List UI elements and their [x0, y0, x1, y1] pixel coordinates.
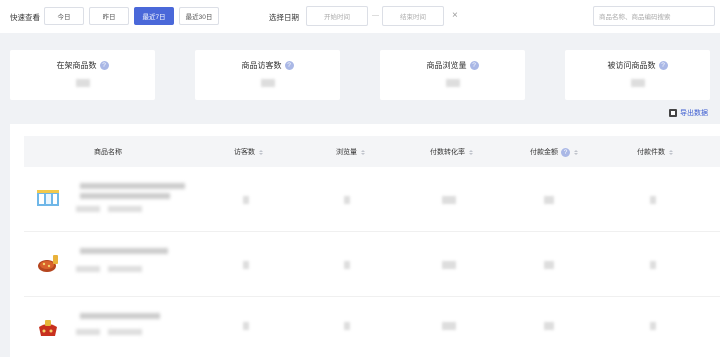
amount-value: [544, 322, 554, 330]
table-row[interactable]: [24, 232, 720, 297]
amount-value: [544, 261, 554, 269]
column-label: 付款金额: [530, 149, 558, 156]
question-icon[interactable]: ?: [658, 61, 668, 70]
product-code: [108, 329, 142, 335]
conversion-value: [442, 322, 456, 330]
sort-icon[interactable]: [259, 149, 263, 155]
product-thumbnail: [39, 320, 57, 336]
product-code: [76, 266, 100, 272]
stat-value: [630, 79, 645, 87]
filter-bar: 快速查看 今日 昨日 最近7日 最近30日 选择日期 开始时间 — 结束时间 ×…: [0, 0, 720, 33]
product-name: [80, 193, 170, 199]
visitors-value: [243, 261, 249, 269]
product-name: [80, 183, 185, 189]
table-row[interactable]: [24, 297, 720, 357]
visitors-value: [243, 196, 249, 204]
column-product-name: 商品名称: [94, 149, 122, 156]
last-7-days-button[interactable]: 最近7日: [134, 7, 174, 25]
conversion-value: [442, 196, 456, 204]
stat-value: [260, 79, 275, 87]
stat-title: 商品浏览量: [426, 61, 467, 70]
product-code: [108, 266, 142, 272]
column-payment-count[interactable]: 付款件数: [637, 147, 673, 157]
column-label: 付款件数: [637, 149, 665, 156]
product-table: 商品名称 访客数 浏览量 付数转化率 付款金额? 付款件数: [10, 124, 720, 357]
stat-card-visitors: 商品访客数?: [195, 50, 340, 100]
end-date-input[interactable]: 结束时间: [382, 6, 444, 26]
column-payment-amount[interactable]: 付款金额?: [530, 147, 578, 157]
visitors-value: [243, 322, 249, 330]
product-thumbnail: [37, 190, 59, 206]
count-value: [650, 261, 656, 269]
product-code: [76, 206, 100, 212]
table-header: 商品名称 访客数 浏览量 付数转化率 付款金额? 付款件数: [24, 136, 720, 167]
quick-view-label: 快速查看: [10, 13, 40, 22]
product-name: [80, 313, 160, 319]
conversion-value: [442, 261, 456, 269]
last-30-days-button[interactable]: 最近30日: [179, 7, 219, 25]
sort-icon[interactable]: [361, 149, 365, 155]
stat-value: [75, 79, 90, 87]
export-label: 导出数据: [680, 110, 708, 117]
column-label: 访客数: [234, 149, 255, 156]
pageviews-value: [344, 322, 350, 330]
product-name: [80, 248, 168, 254]
stat-card-pageviews: 商品浏览量?: [380, 50, 525, 100]
table-row[interactable]: [24, 167, 720, 232]
column-pageviews[interactable]: 浏览量: [336, 147, 365, 157]
start-date-input[interactable]: 开始时间: [306, 6, 368, 26]
count-value: [650, 196, 656, 204]
pageviews-value: [344, 196, 350, 204]
question-icon[interactable]: ?: [284, 61, 294, 70]
close-icon[interactable]: ×: [452, 10, 458, 21]
export-button[interactable]: 导出数据: [669, 108, 708, 118]
today-button[interactable]: 今日: [44, 7, 84, 25]
question-icon[interactable]: ?: [469, 61, 479, 70]
product-thumbnail: [38, 255, 58, 272]
date-separator: —: [372, 12, 379, 19]
search-input[interactable]: 商品名称、商品编码搜索: [593, 6, 715, 26]
column-visitors[interactable]: 访客数: [234, 147, 263, 157]
stat-title: 被访问商品数: [607, 61, 656, 70]
sort-icon[interactable]: [669, 149, 673, 155]
stat-title: 商品访客数: [241, 61, 282, 70]
stat-title: 在架商品数: [56, 61, 97, 70]
sort-icon[interactable]: [469, 149, 473, 155]
sort-icon[interactable]: [574, 149, 578, 155]
excel-icon: [669, 109, 677, 117]
pageviews-value: [344, 261, 350, 269]
column-label: 付数转化率: [430, 149, 465, 156]
product-code: [108, 206, 142, 212]
question-icon[interactable]: ?: [99, 61, 109, 70]
question-icon[interactable]: ?: [561, 147, 570, 157]
product-code: [76, 329, 100, 335]
column-label: 浏览量: [336, 149, 357, 156]
date-label: 选择日期: [269, 13, 299, 22]
amount-value: [544, 196, 554, 204]
stat-card-on-shelf: 在架商品数?: [10, 50, 155, 100]
stat-card-visited-products: 被访问商品数?: [565, 50, 710, 100]
yesterday-button[interactable]: 昨日: [89, 7, 129, 25]
stat-value: [445, 79, 460, 87]
column-conversion[interactable]: 付数转化率: [430, 147, 473, 157]
count-value: [650, 322, 656, 330]
